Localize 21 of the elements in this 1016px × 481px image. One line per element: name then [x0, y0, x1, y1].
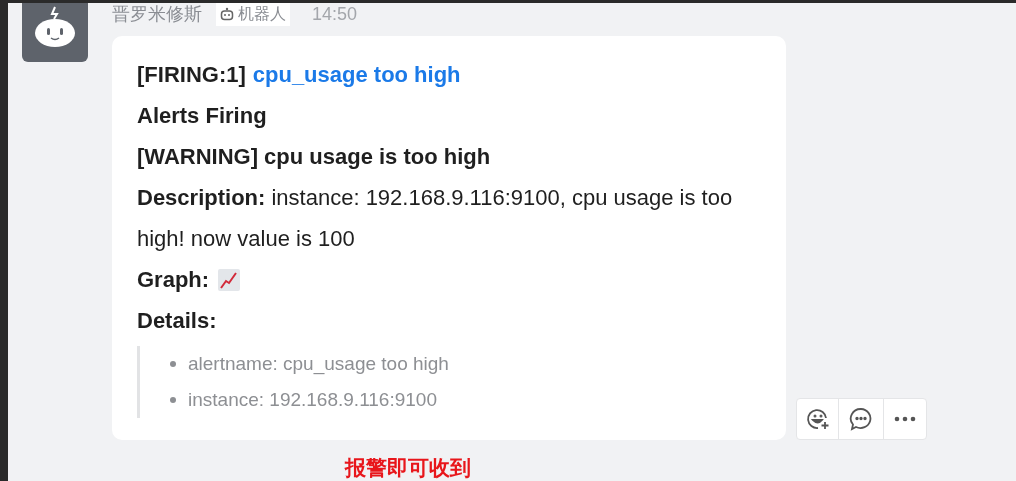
robot-avatar-icon[interactable] [22, 3, 88, 62]
bot-badge: 机器人 [216, 3, 290, 26]
emoji-add-icon [805, 407, 830, 431]
message-time: 14:50 [312, 3, 358, 26]
more-icon [894, 416, 916, 422]
chart-increasing-icon [217, 267, 242, 292]
robot-icon [220, 7, 234, 21]
message-heading: Details: [137, 307, 218, 335]
alert-title: [FIRING:1] [137, 61, 246, 89]
description-text: Description: instance: 192.168.9.116:9100, cpu usage is too high! now value is 100 [137, 184, 734, 253]
detail-item: alertname: cpu_usage too high [188, 352, 449, 377]
speech-bubble-icon [848, 406, 874, 432]
detail-item: instance: 192.168.9.116:9100 [188, 388, 437, 412]
annotation-text: 报警即可收到 [345, 455, 472, 481]
message-heading: [WARNING] cpu usage is too high [137, 143, 492, 171]
sender-name[interactable]: 晋罗米修斯 [112, 3, 202, 28]
message-heading: Alerts Firing [137, 102, 268, 130]
graph-label: Graph: [137, 266, 210, 294]
alert-link[interactable]: cpu_usage too high [252, 54, 461, 95]
bullet-icon [170, 397, 176, 403]
bullet-icon [170, 361, 176, 367]
